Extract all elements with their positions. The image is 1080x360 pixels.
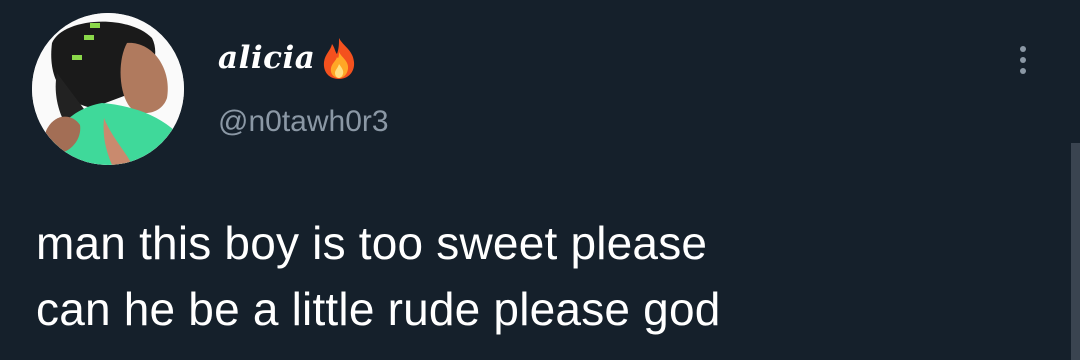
tweet-text: man this boy is too sweet please can he … [36,210,1056,342]
more-options-button[interactable] [1008,38,1038,82]
scrollbar[interactable] [1071,143,1080,360]
more-vertical-icon-dot [1020,68,1026,74]
tweet-card: alicia @n0tawh0r3 man this boy is too sw… [0,0,1080,360]
fire-icon [319,36,359,80]
tweet-text-line: can he be a little rude please god [36,283,721,335]
avatar[interactable] [32,13,184,165]
more-vertical-icon-dot [1020,57,1026,63]
avatar-image [32,13,184,165]
user-handle[interactable]: @n0tawh0r3 [218,104,389,140]
more-vertical-icon [1020,46,1026,52]
tweet-text-line: man this boy is too sweet please [36,217,708,269]
display-name[interactable]: alicia [218,40,315,76]
author-name-row[interactable]: alicia [218,34,359,82]
